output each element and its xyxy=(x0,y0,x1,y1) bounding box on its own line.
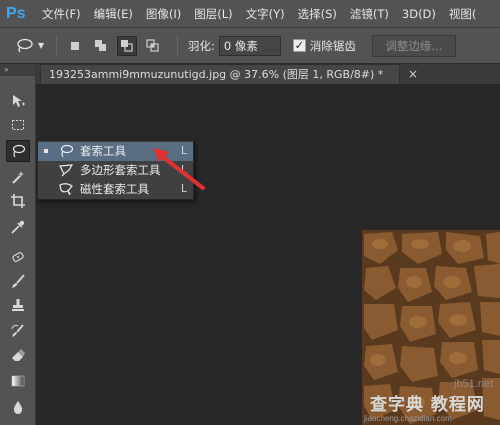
menu-layer[interactable]: 图层(L) xyxy=(194,6,232,22)
watermark-url: jiaocheng.chazidian.com xyxy=(364,414,452,423)
menu-3d[interactable]: 3D(D) xyxy=(402,7,436,21)
toolbar-collapse-button[interactable]: » xyxy=(0,64,35,76)
menu-bar: Ps 文件(F) 编辑(E) 图像(I) 图层(L) 文字(Y) 选择(S) 滤… xyxy=(0,0,500,28)
antialias-checkbox[interactable]: ✓ xyxy=(292,39,306,52)
magic-wand-tool[interactable] xyxy=(6,166,30,188)
tool-preset-picker[interactable]: ▼ xyxy=(14,35,48,57)
menu-image[interactable]: 图像(I) xyxy=(146,6,181,22)
refine-edge-button[interactable]: 调整边缘... xyxy=(371,34,456,57)
document-tab[interactable]: 193253ammi9mmuzunutigd.jpg @ 37.6% (图层 1… xyxy=(40,64,400,84)
gradient-icon xyxy=(11,375,25,387)
eyedropper-icon xyxy=(11,220,25,234)
divider xyxy=(56,34,57,57)
marquee-tool[interactable] xyxy=(6,114,30,136)
new-selection-icon xyxy=(71,41,79,50)
magic-wand-icon xyxy=(12,171,24,184)
lasso-icon xyxy=(60,144,74,158)
polygonal-lasso-icon xyxy=(59,164,74,177)
tools-panel: » xyxy=(0,64,36,425)
watermark-site: jb51.net xyxy=(454,378,494,390)
gradient-tool[interactable] xyxy=(6,370,30,392)
clone-stamp-tool[interactable] xyxy=(6,294,30,316)
lasso-icon xyxy=(17,38,33,52)
feather-input[interactable]: 0 像素 xyxy=(218,35,281,56)
crop-icon xyxy=(11,194,25,208)
watermark-brand: 查字典 教程网 xyxy=(370,395,485,415)
ps-logo: Ps xyxy=(6,4,26,22)
menu-filter[interactable]: 滤镜(T) xyxy=(350,6,389,22)
move-tool[interactable] xyxy=(6,90,30,112)
move-icon xyxy=(13,95,25,107)
bandage-icon xyxy=(12,252,24,262)
crop-tool[interactable] xyxy=(6,190,30,212)
menu-select[interactable]: 选择(S) xyxy=(298,6,337,22)
antialias-toggle[interactable]: ✓ 消除锯齿 xyxy=(292,38,356,54)
feather-label: 羽化: xyxy=(188,38,215,53)
intersect-selection-button[interactable] xyxy=(143,36,163,56)
divider xyxy=(177,34,178,57)
subtract-selection-icon xyxy=(121,39,133,52)
history-brush-tool[interactable] xyxy=(6,320,30,342)
photoshop-window: Ps 文件(F) 编辑(E) 图像(I) 图层(L) 文字(Y) 选择(S) 滤… xyxy=(0,0,500,425)
menu-type[interactable]: 文字(Y) xyxy=(246,6,285,22)
watermark: jb51.net 查字典 教程网 jiaocheng.chazidian.com xyxy=(358,378,500,425)
canvas[interactable] xyxy=(36,84,500,425)
red-arrow-annotation xyxy=(153,148,205,190)
options-bar: ▼ 羽化: 0 像素 ✓ 消除锯齿 调整边缘... xyxy=(0,28,500,64)
document-tab-bar: 193253ammi9mmuzunutigd.jpg @ 37.6% (图层 1… xyxy=(36,64,500,84)
eyedropper-tool[interactable] xyxy=(6,216,30,238)
lasso-icon xyxy=(12,144,26,158)
healing-brush-tool[interactable] xyxy=(6,246,30,268)
menu-view[interactable]: 视图( xyxy=(449,6,477,22)
blur-tool[interactable] xyxy=(6,396,30,418)
flyout-label: 磁性套索工具 xyxy=(80,182,149,196)
magnetic-lasso-icon xyxy=(59,183,73,195)
chevron-down-icon: ▼ xyxy=(38,41,45,50)
add-selection-icon xyxy=(95,39,106,51)
marquee-icon xyxy=(12,120,24,130)
brush-tool[interactable] xyxy=(6,270,30,292)
history-brush-icon xyxy=(11,324,24,337)
close-icon[interactable]: × xyxy=(408,65,418,83)
menu-file[interactable]: 文件(F) xyxy=(42,6,81,22)
lasso-tool[interactable] xyxy=(6,140,30,162)
brush-icon xyxy=(12,274,25,288)
eraser-icon xyxy=(12,349,25,361)
eraser-tool[interactable] xyxy=(6,344,30,366)
subtract-from-selection-button[interactable] xyxy=(117,35,137,56)
flyout-label: 套索工具 xyxy=(80,144,126,158)
selected-bullet xyxy=(44,149,48,153)
intersect-selection-icon xyxy=(146,38,159,52)
menu-edit[interactable]: 编辑(E) xyxy=(94,6,133,22)
antialias-label: 消除锯齿 xyxy=(309,38,356,53)
add-to-selection-button[interactable] xyxy=(91,36,111,56)
new-selection-button[interactable] xyxy=(65,36,85,56)
stamp-icon xyxy=(12,299,24,311)
drop-icon xyxy=(13,401,23,414)
